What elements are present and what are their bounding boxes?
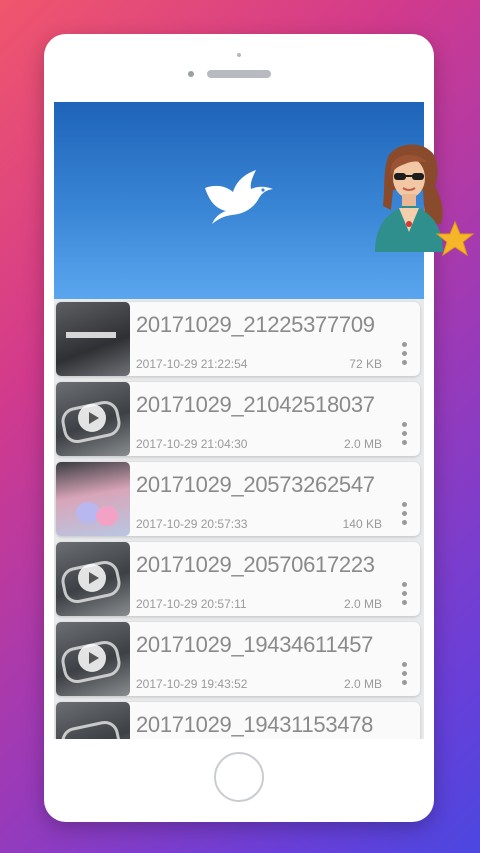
file-date: 2017-10-29 19:43:52: [136, 677, 248, 691]
video-thumbnail: [56, 382, 130, 456]
file-name: 20171029_21042518037: [136, 392, 375, 417]
file-name: 20171029_19431153478: [136, 712, 374, 737]
more-vertical-icon[interactable]: [402, 582, 408, 610]
woman-avatar-icon: [375, 144, 475, 257]
file-name: 20171029_20570617223: [136, 552, 375, 577]
video-thumbnail: [56, 542, 130, 616]
speaker-grille: [207, 70, 271, 78]
file-name: 20171029_20573262547: [136, 472, 375, 497]
play-icon: [78, 564, 106, 592]
more-vertical-icon[interactable]: [402, 662, 408, 690]
file-date: 2017-10-29 20:57:33: [136, 517, 248, 531]
file-name: 20171029_21225377709: [136, 312, 375, 337]
list-item[interactable]: 20171029_20570617223 2017-10-29 20:57:11…: [56, 542, 420, 616]
video-thumbnail: [56, 462, 130, 536]
list-item[interactable]: 20171029_21042518037 2017-10-29 21:04:30…: [56, 382, 420, 456]
play-icon: [78, 404, 106, 432]
file-date: 2017-10-29 20:57:11: [136, 597, 247, 611]
file-size: 72 KB: [349, 357, 382, 371]
bird-icon: [205, 170, 273, 224]
video-thumbnail: [56, 302, 130, 376]
file-size: 2.0 MB: [343, 677, 382, 691]
file-name: 20171029_19434611457: [136, 632, 374, 657]
more-vertical-icon[interactable]: [402, 422, 408, 450]
list-item[interactable]: 20171029_19431153478: [56, 702, 420, 739]
list-item[interactable]: 20171029_20573262547 2017-10-29 20:57:33…: [56, 462, 420, 536]
video-thumbnail: [56, 622, 130, 696]
list-item[interactable]: 20171029_21225377709 2017-10-29 21:22:54…: [56, 302, 420, 376]
file-size: 140 KB: [342, 517, 382, 531]
file-date: 2017-10-29 21:22:54: [136, 357, 248, 371]
list-item[interactable]: 20171029_19434611457 2017-10-29 19:43:52…: [56, 622, 420, 696]
file-size: 2.0 MB: [343, 597, 382, 611]
more-vertical-icon[interactable]: [402, 342, 408, 370]
home-button[interactable]: [214, 752, 264, 802]
file-date: 2017-10-29 21:04:30: [136, 437, 248, 451]
file-size: 2.0 MB: [343, 437, 382, 451]
camera-icon: [237, 53, 241, 57]
sensor-icon: [188, 71, 194, 77]
play-icon: [78, 644, 106, 672]
more-vertical-icon[interactable]: [402, 502, 408, 530]
video-thumbnail: [56, 702, 130, 739]
